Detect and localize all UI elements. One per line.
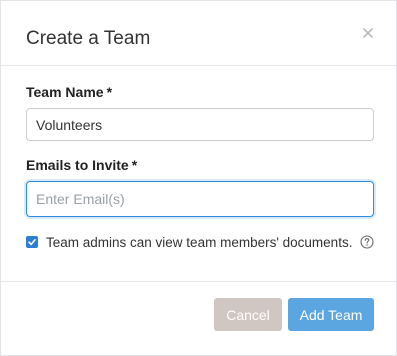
question-circle-icon[interactable] — [360, 235, 375, 249]
dialog-header: Create a Team — [1, 1, 396, 66]
admin-view-label: Team admins can view team members' docum… — [46, 234, 353, 250]
required-mark: * — [106, 84, 113, 100]
required-mark: * — [131, 157, 138, 173]
checkmark-icon — [28, 238, 36, 246]
team-name-input[interactable] — [26, 108, 374, 141]
add-team-button[interactable]: Add Team — [288, 298, 374, 331]
admin-view-checkbox[interactable] — [26, 236, 38, 248]
emails-label: Emails to Invite * — [26, 157, 137, 173]
create-team-dialog: Create a Team Team Name* Emails to Invit… — [0, 0, 397, 356]
team-name-label-text: Team Name — [26, 84, 104, 100]
footer-divider — [1, 281, 396, 282]
emails-label-text: Emails to Invite — [26, 157, 129, 173]
team-name-label: Team Name * — [26, 84, 112, 100]
emails-input[interactable] — [26, 181, 374, 217]
admin-view-option: Team admins can view team members' docum… — [26, 233, 375, 251]
dialog-title: Create a Team — [26, 28, 151, 49]
close-icon[interactable] — [361, 26, 375, 40]
cancel-button[interactable]: Cancel — [214, 298, 282, 331]
